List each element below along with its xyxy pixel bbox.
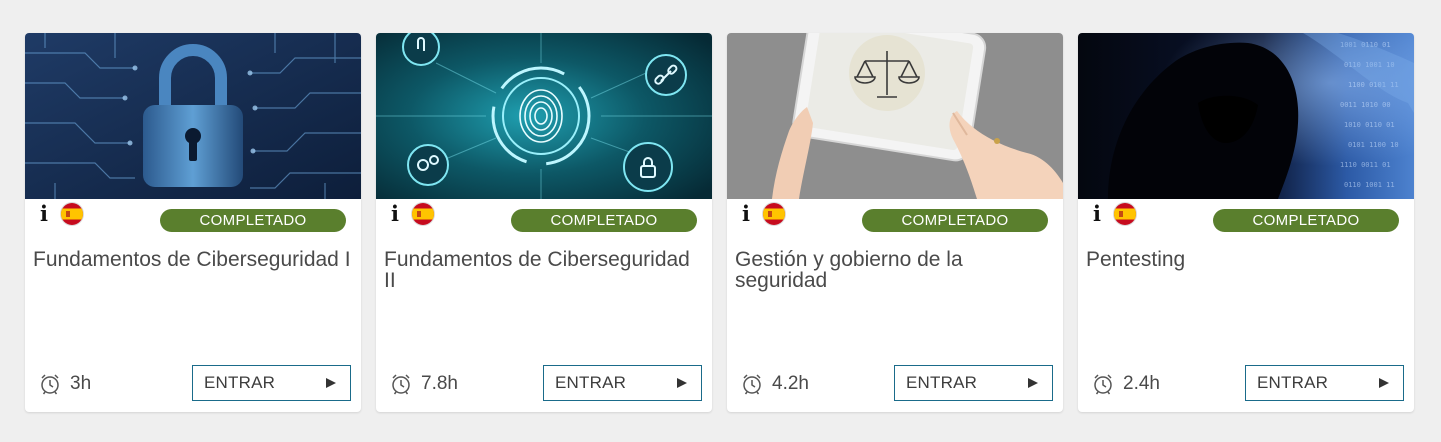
svg-text:1110 0011 01: 1110 0011 01: [1340, 161, 1391, 169]
enter-button[interactable]: ENTRAR: [1245, 365, 1404, 401]
svg-text:0011 1010 00: 0011 1010 00: [1340, 101, 1391, 109]
course-title[interactable]: Fundamentos de Ciberseguridad I: [33, 249, 351, 270]
course-image-fingerprint[interactable]: [376, 33, 712, 199]
enter-button-label: ENTRAR: [204, 373, 276, 392]
info-icon[interactable]: i: [389, 203, 401, 225]
alarm-clock-icon: [38, 372, 62, 396]
spain-flag-icon: [412, 203, 434, 225]
course-card: i COMPLETADO Fundamentos de Cibersegurid…: [25, 33, 361, 412]
play-arrow-icon: [1028, 378, 1038, 388]
enter-button[interactable]: ENTRAR: [894, 365, 1053, 401]
svg-text:1010 0110 01: 1010 0110 01: [1344, 121, 1395, 129]
course-card: i COMPLETADO Gestión y gobierno de la se…: [727, 33, 1063, 412]
spain-flag-icon: [763, 203, 785, 225]
course-image-tablet-scales[interactable]: [727, 33, 1063, 199]
info-icon[interactable]: i: [1091, 203, 1103, 225]
course-duration: 3h: [70, 373, 92, 394]
course-title[interactable]: Pentesting: [1086, 249, 1404, 270]
course-duration: 4.2h: [772, 373, 809, 394]
status-badge: COMPLETADO: [511, 209, 697, 232]
enter-button[interactable]: ENTRAR: [192, 365, 351, 401]
spain-flag-icon: [1114, 203, 1136, 225]
enter-button[interactable]: ENTRAR: [543, 365, 702, 401]
status-badge: COMPLETADO: [1213, 209, 1399, 232]
alarm-clock-icon: [389, 372, 413, 396]
enter-button-label: ENTRAR: [906, 373, 978, 392]
course-card: 1001 0110 01 0110 1001 10 1100 0101 11 001…: [1078, 33, 1414, 412]
status-badge: COMPLETADO: [160, 209, 346, 232]
course-image-padlock[interactable]: [25, 33, 361, 199]
play-arrow-icon: [326, 378, 336, 388]
play-arrow-icon: [677, 378, 687, 388]
enter-button-label: ENTRAR: [1257, 373, 1329, 392]
status-badge: COMPLETADO: [862, 209, 1048, 232]
info-icon[interactable]: i: [38, 203, 50, 225]
course-image-hacker[interactable]: 1001 0110 01 0110 1001 10 1100 0101 11 001…: [1078, 33, 1414, 199]
alarm-clock-icon: [1091, 372, 1115, 396]
course-title[interactable]: Gestión y gobierno de la seguridad: [735, 249, 1053, 291]
course-grid: i COMPLETADO Fundamentos de Cibersegurid…: [0, 0, 1441, 442]
alarm-clock-icon: [740, 372, 764, 396]
svg-text:0110 1001 11: 0110 1001 11: [1344, 181, 1395, 189]
course-title[interactable]: Fundamentos de Ciberseguridad II: [384, 249, 702, 291]
course-duration: 2.4h: [1123, 373, 1160, 394]
course-duration: 7.8h: [421, 373, 458, 394]
info-icon[interactable]: i: [740, 203, 752, 225]
enter-button-label: ENTRAR: [555, 373, 627, 392]
svg-text:0101 1100 10: 0101 1100 10: [1348, 141, 1399, 149]
spain-flag-icon: [61, 203, 83, 225]
play-arrow-icon: [1379, 378, 1389, 388]
course-card: i COMPLETADO Fundamentos de Cibersegurid…: [376, 33, 712, 412]
